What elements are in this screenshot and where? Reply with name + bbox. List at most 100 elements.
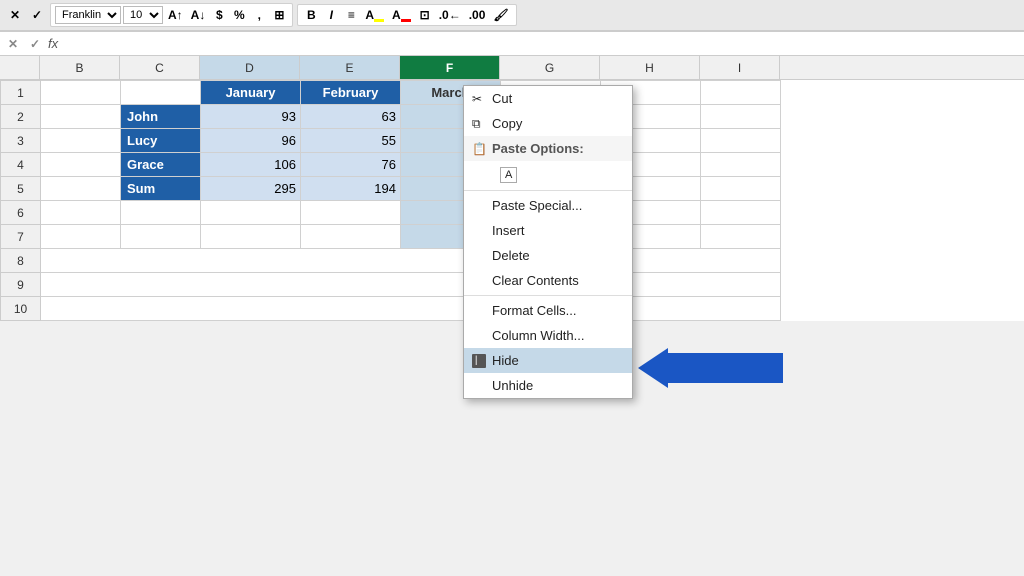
- cell-e5[interactable]: 194: [301, 177, 401, 201]
- comma-button[interactable]: ,: [250, 7, 268, 23]
- borders-button[interactable]: ⊡: [416, 7, 434, 23]
- menu-item-format-cells[interactable]: Format Cells...: [464, 298, 632, 323]
- cell-d2[interactable]: 93: [201, 105, 301, 129]
- cell-e3[interactable]: 55: [301, 129, 401, 153]
- cell-row10[interactable]: [41, 297, 781, 321]
- cell-i7[interactable]: [701, 225, 781, 249]
- confirm-button[interactable]: ✓: [28, 7, 46, 23]
- cell-d6[interactable]: [201, 201, 301, 225]
- menu-item-delete[interactable]: Delete: [464, 243, 632, 268]
- menu-item-paste-options: 📋 Paste Options:: [464, 136, 632, 161]
- cell-c2[interactable]: John: [121, 105, 201, 129]
- row-num-7: 7: [1, 225, 41, 249]
- inc-decimal-button[interactable]: .00: [466, 7, 489, 23]
- cell-b6[interactable]: [41, 201, 121, 225]
- cell-b7[interactable]: [41, 225, 121, 249]
- cell-b3[interactable]: [41, 129, 121, 153]
- cell-e1[interactable]: February: [301, 81, 401, 105]
- context-menu: ✂ Cut ⧉ Copy 📋 Paste Options: A Paste Sp…: [463, 85, 633, 399]
- formula-cancel-btn[interactable]: ✕: [4, 36, 22, 52]
- cell-d4[interactable]: 106: [201, 153, 301, 177]
- paintbrush-button[interactable]: 🖌: [490, 7, 511, 23]
- cell-b4[interactable]: [41, 153, 121, 177]
- formula-confirm-btn[interactable]: ✓: [26, 36, 44, 52]
- menu-item-cut[interactable]: ✂ Cut: [464, 86, 632, 111]
- table-row: 5 Sum 295 194 2: [1, 177, 781, 201]
- cell-d1[interactable]: January: [201, 81, 301, 105]
- bold-button[interactable]: B: [302, 7, 320, 23]
- cell-b1[interactable]: [41, 81, 121, 105]
- cell-c1[interactable]: [121, 81, 201, 105]
- font-grow-button[interactable]: A↑: [165, 7, 186, 23]
- spreadsheet-table: 1 January February March 2 John 93 63 3: [0, 80, 781, 321]
- percent-button[interactable]: %: [230, 7, 248, 23]
- cell-e6[interactable]: [301, 201, 401, 225]
- align-button[interactable]: ≡: [342, 7, 360, 23]
- cell-e2[interactable]: 63: [301, 105, 401, 129]
- menu-item-paste-sub[interactable]: A: [464, 161, 632, 188]
- cell-c6[interactable]: [121, 201, 201, 225]
- currency-button[interactable]: $: [210, 7, 228, 23]
- cell-i3[interactable]: [701, 129, 781, 153]
- formula-input[interactable]: [62, 36, 1020, 51]
- cell-c3[interactable]: Lucy: [121, 129, 201, 153]
- cell-row9[interactable]: [41, 273, 781, 297]
- col-header-d[interactable]: D: [200, 56, 300, 79]
- menu-item-copy[interactable]: ⧉ Copy: [464, 111, 632, 136]
- row-num-6: 6: [1, 201, 41, 225]
- col-header-f[interactable]: F: [400, 56, 500, 79]
- cell-i4[interactable]: [701, 153, 781, 177]
- cell-d7[interactable]: [201, 225, 301, 249]
- cell-e4[interactable]: 76: [301, 153, 401, 177]
- paste-icon: 📋: [472, 142, 487, 156]
- table-row: 9: [1, 273, 781, 297]
- cut-icon: ✂: [472, 92, 482, 106]
- font-family-select[interactable]: Franklin: [55, 6, 121, 24]
- cell-d5[interactable]: 295: [201, 177, 301, 201]
- col-header-c[interactable]: C: [120, 56, 200, 79]
- formula-bar: ✕ ✓ fx: [0, 32, 1024, 56]
- paste-a-button[interactable]: A: [500, 167, 517, 183]
- menu-item-unhide[interactable]: Unhide: [464, 373, 632, 398]
- row-num-4: 4: [1, 153, 41, 177]
- menu-item-paste-special[interactable]: Paste Special...: [464, 193, 632, 218]
- col-header-h[interactable]: H: [600, 56, 700, 79]
- col-header-b[interactable]: B: [40, 56, 120, 79]
- format-group: B I ≡ A A ⊡ .0← .00 🖌: [297, 4, 516, 26]
- cancel-button[interactable]: ✕: [6, 7, 24, 23]
- row-num-5: 5: [1, 177, 41, 201]
- cell-c5[interactable]: Sum: [121, 177, 201, 201]
- col-header-g[interactable]: G: [500, 56, 600, 79]
- table-row: 1 January February March: [1, 81, 781, 105]
- menu-item-insert[interactable]: Insert: [464, 218, 632, 243]
- menu-item-clear-contents[interactable]: Clear Contents: [464, 268, 632, 293]
- font-size-select[interactable]: 10: [123, 6, 163, 24]
- cell-i5[interactable]: [701, 177, 781, 201]
- row-num-3: 3: [1, 129, 41, 153]
- cell-b5[interactable]: [41, 177, 121, 201]
- fill-color-button[interactable]: A: [362, 7, 387, 23]
- menu-item-column-width[interactable]: Column Width...: [464, 323, 632, 348]
- cell-c7[interactable]: [121, 225, 201, 249]
- cell-i2[interactable]: [701, 105, 781, 129]
- row-num-10: 10: [1, 297, 41, 321]
- dec-decimal-button[interactable]: .0←: [436, 7, 464, 23]
- table-row: 6: [1, 201, 781, 225]
- menu-item-hide[interactable]: Hide ▏: [464, 348, 632, 373]
- col-header-e[interactable]: E: [300, 56, 400, 79]
- cell-i6[interactable]: [701, 201, 781, 225]
- font-group: Franklin 10 A↑ A↓ $ % , ⊞: [50, 3, 293, 27]
- blue-arrow: [638, 348, 783, 391]
- col-header-i[interactable]: I: [700, 56, 780, 79]
- font-shrink-button[interactable]: A↓: [188, 7, 209, 23]
- copy-icon: ⧉: [472, 116, 481, 131]
- cell-d3[interactable]: 96: [201, 129, 301, 153]
- cell-c4[interactable]: Grace: [121, 153, 201, 177]
- grid-button[interactable]: ⊞: [270, 7, 288, 23]
- cell-row8[interactable]: [41, 249, 781, 273]
- italic-button[interactable]: I: [322, 7, 340, 23]
- font-color-button[interactable]: A: [389, 7, 414, 23]
- cell-e7[interactable]: [301, 225, 401, 249]
- cell-b2[interactable]: [41, 105, 121, 129]
- cell-i1[interactable]: [701, 81, 781, 105]
